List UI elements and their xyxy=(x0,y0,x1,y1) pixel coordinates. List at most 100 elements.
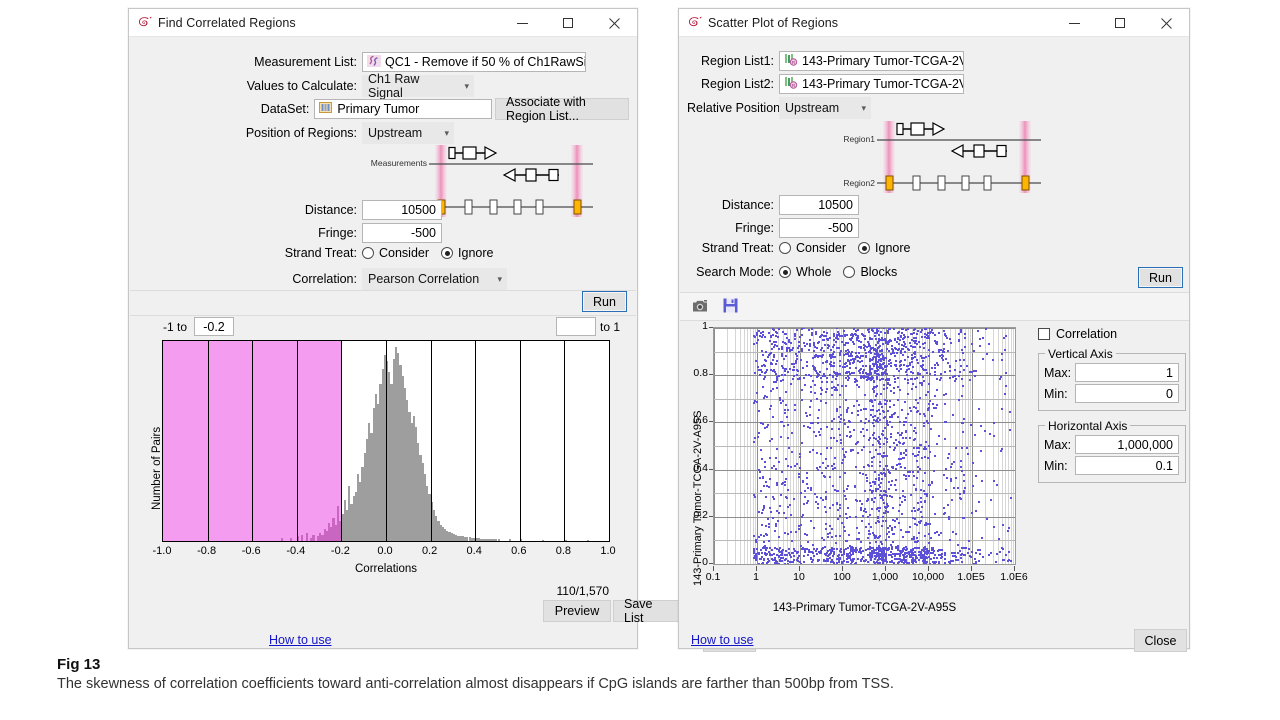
correlation-method-select[interactable]: Pearson Correlation ▾ xyxy=(362,268,507,290)
measurement-list-field[interactable]: QC1 - Remove if 50 % of Ch1RawSignal.. xyxy=(362,52,586,72)
scatter-point xyxy=(756,342,758,344)
scatter-point xyxy=(855,466,857,468)
vertical-min-input[interactable]: 0 xyxy=(1075,384,1179,403)
scatter-point xyxy=(889,421,891,423)
camera-icon[interactable] xyxy=(691,298,709,319)
scatter-point xyxy=(920,489,922,491)
relative-positions-select[interactable]: Upstream ▾ xyxy=(779,97,871,119)
associate-with-region-list-button[interactable]: Associate with Region List... xyxy=(495,98,629,120)
scatter-point xyxy=(880,360,882,362)
scatter-point xyxy=(879,453,881,455)
close-icon[interactable] xyxy=(591,9,637,37)
scatter-point xyxy=(1005,385,1007,387)
search-mode-whole-radio[interactable]: Whole xyxy=(779,265,831,279)
scatter-point xyxy=(890,365,892,367)
scatter-point xyxy=(763,485,765,487)
how-to-use-link[interactable]: How to use xyxy=(691,633,754,647)
scatter-point xyxy=(791,432,793,434)
save-list-button[interactable]: Save List xyxy=(613,600,681,622)
scatter-plot-of-regions-window[interactable]: Scatter Plot of Regions Region List1: xyxy=(678,8,1190,649)
strand-treat-consider-radio[interactable]: Consider xyxy=(362,246,429,260)
horizontal-max-input[interactable]: 1,000,000 xyxy=(1075,435,1179,454)
save-disk-icon[interactable] xyxy=(723,298,738,318)
minimize-icon[interactable] xyxy=(1051,9,1097,37)
scatter-point xyxy=(834,389,836,391)
scatter-point xyxy=(891,529,893,531)
region-list2-field[interactable]: R 143-Primary Tumor-TCGA-2V-A... xyxy=(779,74,964,94)
range-right-input[interactable] xyxy=(556,317,596,336)
scatter-point xyxy=(808,349,810,351)
position-of-regions-select[interactable]: Upstream ▾ xyxy=(362,122,454,144)
run-button[interactable]: Run xyxy=(582,291,627,312)
correlation-histogram-chart[interactable]: Number of Pairs -1.0-0.8-0.6-0.4-0.20.00… xyxy=(129,340,637,590)
correlation-checkbox[interactable]: Correlation xyxy=(1038,327,1186,341)
histogram-plot-area[interactable] xyxy=(162,340,610,542)
distance-input[interactable]: 10500 xyxy=(779,195,859,215)
scatter-point xyxy=(905,431,907,433)
search-mode-blocks-radio[interactable]: Blocks xyxy=(843,265,897,279)
vertical-max-input[interactable]: 1 xyxy=(1075,363,1179,382)
scatter-point xyxy=(862,515,864,517)
scatter-point xyxy=(796,552,798,554)
fringe-input[interactable]: -500 xyxy=(779,218,859,238)
scatter-point xyxy=(787,533,789,535)
scatter-point xyxy=(833,333,835,335)
scatter-point xyxy=(890,436,892,438)
scatter-point xyxy=(904,351,906,353)
scatter-point xyxy=(882,355,884,357)
maximize-icon[interactable] xyxy=(1097,9,1143,37)
radio-icon xyxy=(362,247,374,259)
horizontal-min-input[interactable]: 0.1 xyxy=(1075,456,1179,475)
strand-treat-consider-radio[interactable]: Consider xyxy=(779,241,846,255)
how-to-use-link[interactable]: How to use xyxy=(269,633,332,647)
close-button[interactable]: Close xyxy=(1134,629,1187,652)
scatter-point xyxy=(970,424,972,426)
region-scatter-plot-chart[interactable]: 143-Primary Tumor-TCGA-2V-A95S 00.20.40.… xyxy=(680,321,1189,619)
close-icon[interactable] xyxy=(1143,9,1189,37)
scatter-point xyxy=(866,500,868,502)
scatter-point xyxy=(872,409,874,411)
scatter-point xyxy=(803,503,805,505)
scatter-point xyxy=(833,437,835,439)
run-button[interactable]: Run xyxy=(1138,267,1183,288)
chevron-down-icon: ▾ xyxy=(861,104,866,113)
strand-treat-ignore-radio[interactable]: Ignore xyxy=(858,241,910,255)
right-window-titlebar[interactable]: Scatter Plot of Regions xyxy=(679,9,1189,37)
preview-button[interactable]: Preview xyxy=(543,600,611,622)
scatter-point xyxy=(925,448,927,450)
scatter-point xyxy=(790,556,792,558)
range-left-input[interactable]: -0.2 xyxy=(194,317,234,336)
scatter-point xyxy=(883,452,885,454)
region-list1-field[interactable]: R 143-Primary Tumor-TCGA-2V-A... xyxy=(779,51,964,71)
scatter-point xyxy=(790,531,792,533)
scatter-point xyxy=(760,422,762,424)
scatter-point xyxy=(765,533,767,535)
maximize-icon[interactable] xyxy=(545,9,591,37)
values-to-calculate-select[interactable]: Ch1 Raw Signal ▾ xyxy=(362,75,474,97)
scatter-point xyxy=(811,561,813,563)
scatter-point xyxy=(872,405,874,407)
left-window-titlebar[interactable]: Find Correlated Regions xyxy=(129,9,637,37)
scatter-point xyxy=(928,445,930,447)
scatter-point xyxy=(930,331,932,333)
dataset-field[interactable]: Primary Tumor xyxy=(314,99,492,119)
scatter-point xyxy=(891,546,893,548)
scatter-point xyxy=(849,516,851,518)
scatter-point xyxy=(766,485,768,487)
distance-input[interactable]: 10500 xyxy=(362,200,442,220)
scatter-plot-area[interactable] xyxy=(713,327,1016,565)
scatter-point xyxy=(885,342,887,344)
fringe-input[interactable]: -500 xyxy=(362,223,442,243)
strand-treat-ignore-radio[interactable]: Ignore xyxy=(441,246,493,260)
find-correlated-regions-window[interactable]: Find Correlated Regions Measurement List… xyxy=(128,8,638,649)
scatter-point xyxy=(810,489,812,491)
scatter-point xyxy=(796,463,798,465)
scatter-point xyxy=(806,365,808,367)
scatter-point xyxy=(874,415,876,417)
scatter-point xyxy=(779,505,781,507)
minimize-icon[interactable] xyxy=(499,9,545,37)
scatter-point xyxy=(928,484,930,486)
scatter-point xyxy=(804,533,806,535)
scatter-point xyxy=(872,422,874,424)
figure-number: Fig 13 xyxy=(57,656,1257,673)
